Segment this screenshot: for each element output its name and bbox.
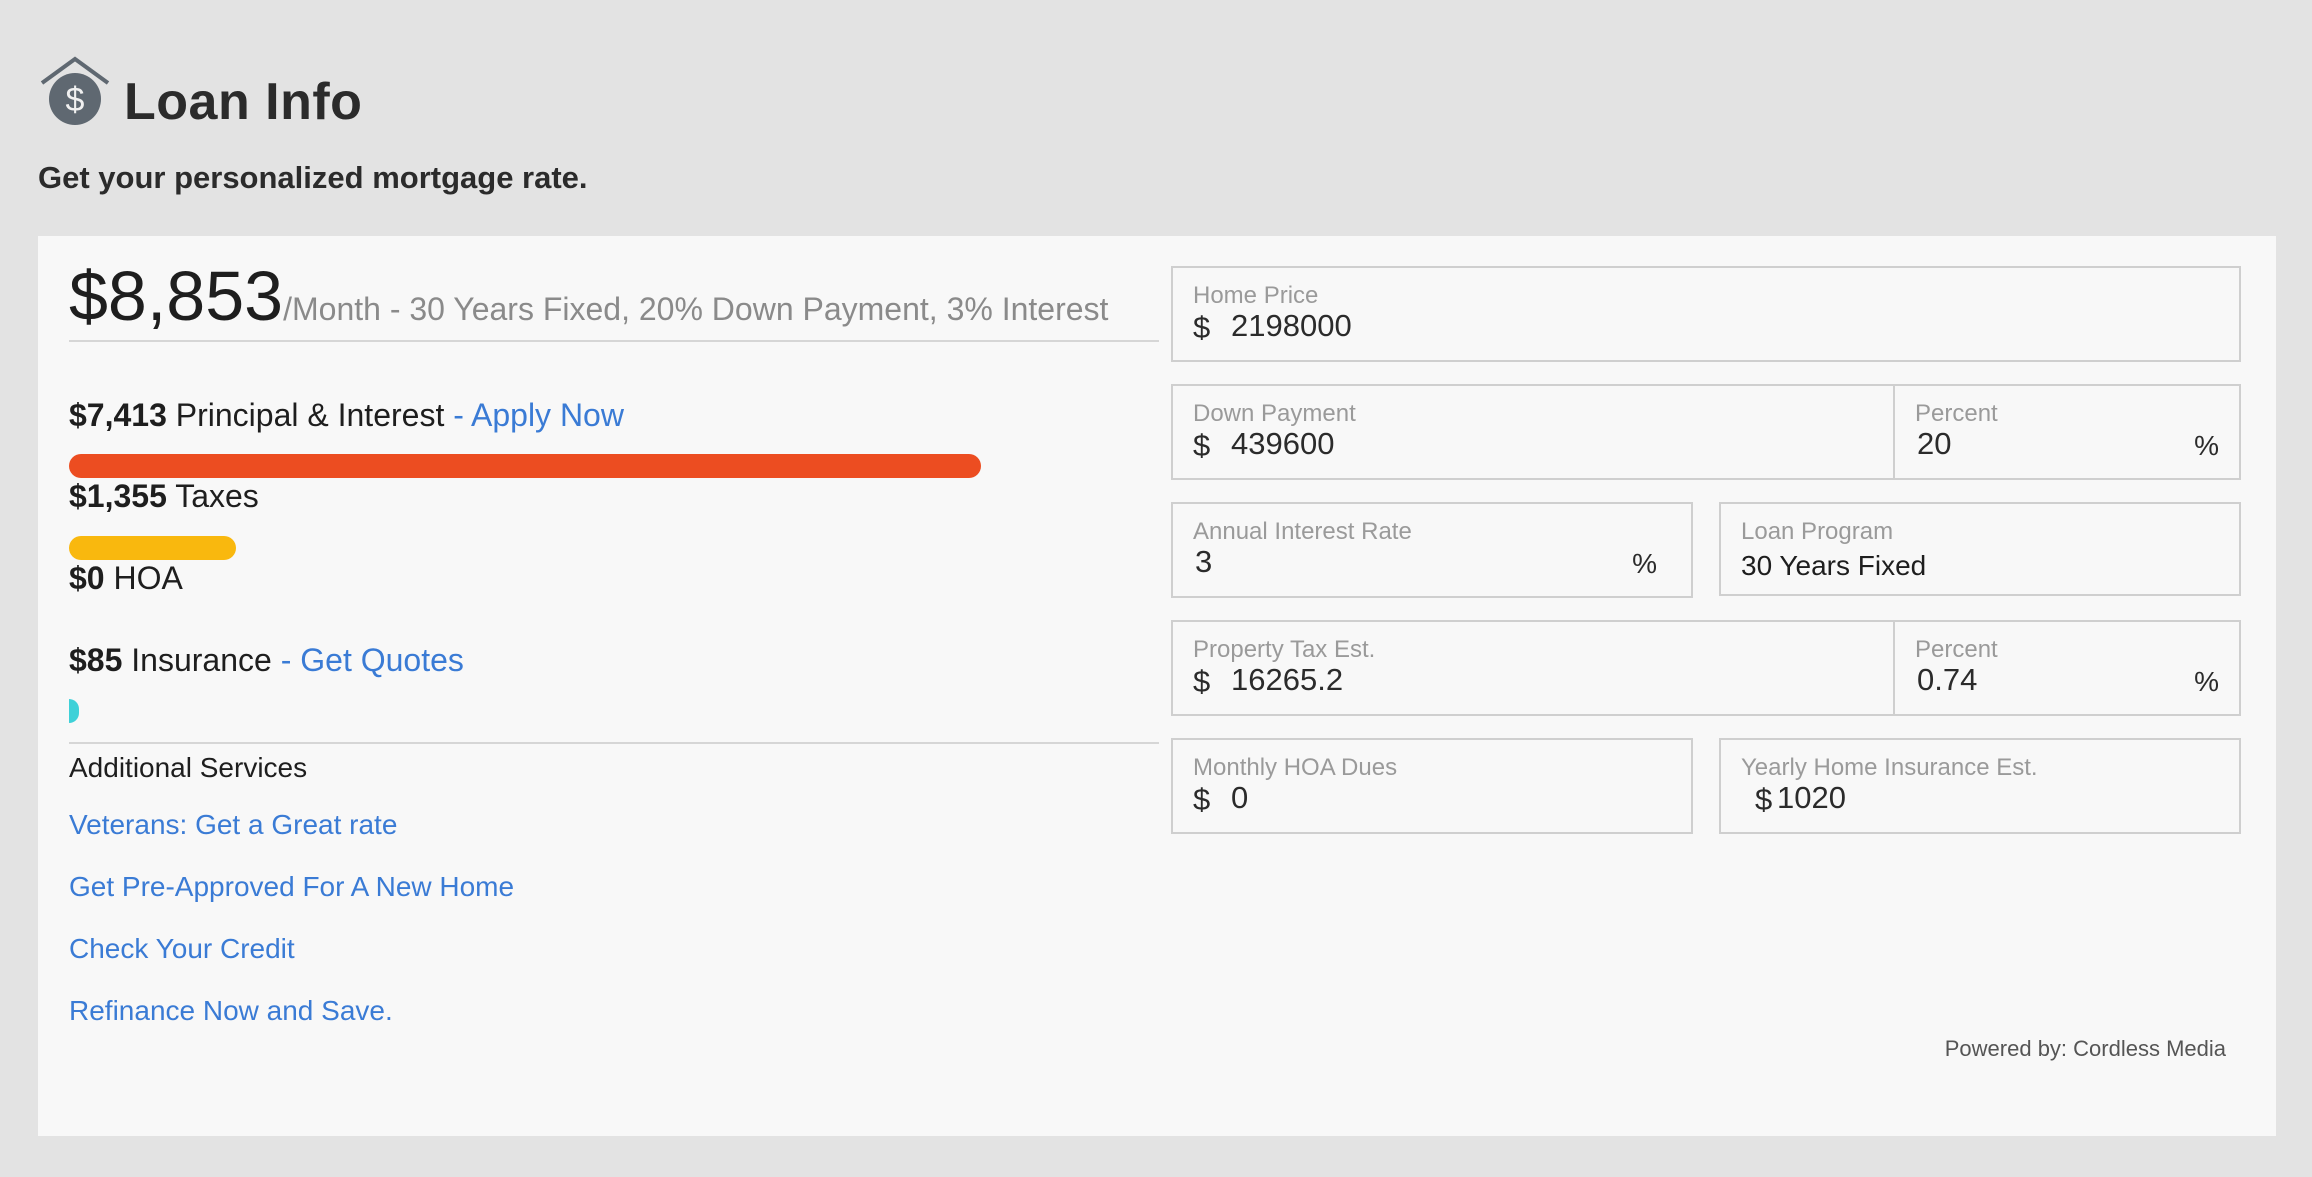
payment-breakdown: $8,853 /Month - 30 Years Fixed, 20% Down… xyxy=(69,256,1159,1026)
section-divider xyxy=(69,742,1159,744)
get-quotes-link[interactable]: - Get Quotes xyxy=(281,642,464,678)
interest-rate-label: Annual Interest Rate xyxy=(1193,518,1412,545)
down-payment-field: Down Payment $ xyxy=(1171,384,1895,480)
down-payment-currency: $ xyxy=(1193,428,1211,463)
hoa-dues-field: Monthly HOA Dues $ xyxy=(1171,738,1693,834)
service-link-pre-approved[interactable]: Get Pre-Approved For A New Home xyxy=(69,871,514,903)
down-percent-field: Percent % xyxy=(1893,384,2241,480)
taxes-amount: $1,355 xyxy=(69,478,167,514)
home-price-field: Home Price $ xyxy=(1171,266,2241,362)
insurance-row: $85 Insurance - Get Quotes xyxy=(69,642,464,679)
principal-label: Principal & Interest xyxy=(175,397,445,433)
down-percent-label: Percent xyxy=(1915,400,1998,427)
loan-program-select[interactable]: 30 Years Fixed xyxy=(1741,550,1926,582)
principal-bar xyxy=(69,454,981,478)
summary-description: /Month - 30 Years Fixed, 20% Down Paymen… xyxy=(283,291,1109,327)
taxes-row: $1,355 Taxes xyxy=(69,478,259,515)
page-header: $ Loan Info xyxy=(38,52,362,132)
hoa-label: HOA xyxy=(113,560,183,596)
down-percent-input[interactable] xyxy=(1917,426,2124,462)
loan-program-field[interactable]: Loan Program 30 Years Fixed xyxy=(1719,502,2241,596)
tax-percent-unit: % xyxy=(2194,666,2219,697)
down-payment-label: Down Payment xyxy=(1193,400,1356,427)
interest-rate-field: Annual Interest Rate % xyxy=(1171,502,1693,598)
insurance-bar xyxy=(69,699,79,723)
principal-amount: $7,413 xyxy=(69,397,167,433)
service-link-veterans[interactable]: Veterans: Get a Great rate xyxy=(69,809,397,841)
monthly-summary: $8,853 /Month - 30 Years Fixed, 20% Down… xyxy=(69,256,1159,342)
additional-services-heading: Additional Services xyxy=(69,752,308,783)
down-percent-unit: % xyxy=(2194,430,2219,461)
hoa-amount: $0 xyxy=(69,560,105,596)
service-link-refinance[interactable]: Refinance Now and Save. xyxy=(69,995,393,1027)
tax-percent-label: Percent xyxy=(1915,636,1998,663)
home-price-label: Home Price xyxy=(1193,282,1319,309)
property-tax-label: Property Tax Est. xyxy=(1193,636,1376,663)
apply-now-link[interactable]: - Apply Now xyxy=(453,397,624,433)
interest-rate-input[interactable] xyxy=(1195,544,1506,580)
property-tax-field: Property Tax Est. $ xyxy=(1171,620,1895,716)
home-insurance-field: Yearly Home Insurance Est. $ xyxy=(1719,738,2241,834)
hoa-dues-currency: $ xyxy=(1193,782,1211,817)
calculator-panel: $8,853 /Month - 30 Years Fixed, 20% Down… xyxy=(38,236,2276,1136)
property-tax-currency: $ xyxy=(1193,664,1211,699)
svg-text:$: $ xyxy=(66,81,85,119)
principal-row: $7,413 Principal & Interest - Apply Now xyxy=(69,397,624,434)
hoa-row: $0 HOA xyxy=(69,560,183,597)
home-insurance-input[interactable] xyxy=(1777,780,2088,816)
home-price-input[interactable] xyxy=(1231,308,1871,344)
powered-by-text: Powered by: Cordless Media xyxy=(1944,1036,2226,1061)
house-dollar-icon: $ xyxy=(40,56,110,125)
page-subtitle: Get your personalized mortgage rate. xyxy=(38,160,588,195)
page-title: Loan Info xyxy=(124,73,363,131)
home-price-currency: $ xyxy=(1193,310,1211,345)
tax-percent-input[interactable] xyxy=(1917,662,2124,698)
home-insurance-currency: $ xyxy=(1755,782,1773,817)
insurance-amount: $85 xyxy=(69,642,123,678)
hoa-dues-label: Monthly HOA Dues xyxy=(1193,754,1398,781)
down-payment-input[interactable] xyxy=(1231,426,1663,462)
property-tax-input[interactable] xyxy=(1231,662,1663,698)
insurance-label: Insurance xyxy=(131,642,272,678)
tax-percent-field: Percent % xyxy=(1893,620,2241,716)
taxes-label: Taxes xyxy=(175,478,259,514)
taxes-bar xyxy=(69,536,236,560)
monthly-amount: $8,853 xyxy=(69,257,284,335)
service-link-check-credit[interactable]: Check Your Credit xyxy=(69,933,295,965)
home-insurance-label: Yearly Home Insurance Est. xyxy=(1741,754,2038,781)
interest-rate-unit: % xyxy=(1632,548,1657,579)
hoa-dues-input[interactable] xyxy=(1231,780,1542,816)
loan-program-label: Loan Program xyxy=(1741,518,1894,545)
